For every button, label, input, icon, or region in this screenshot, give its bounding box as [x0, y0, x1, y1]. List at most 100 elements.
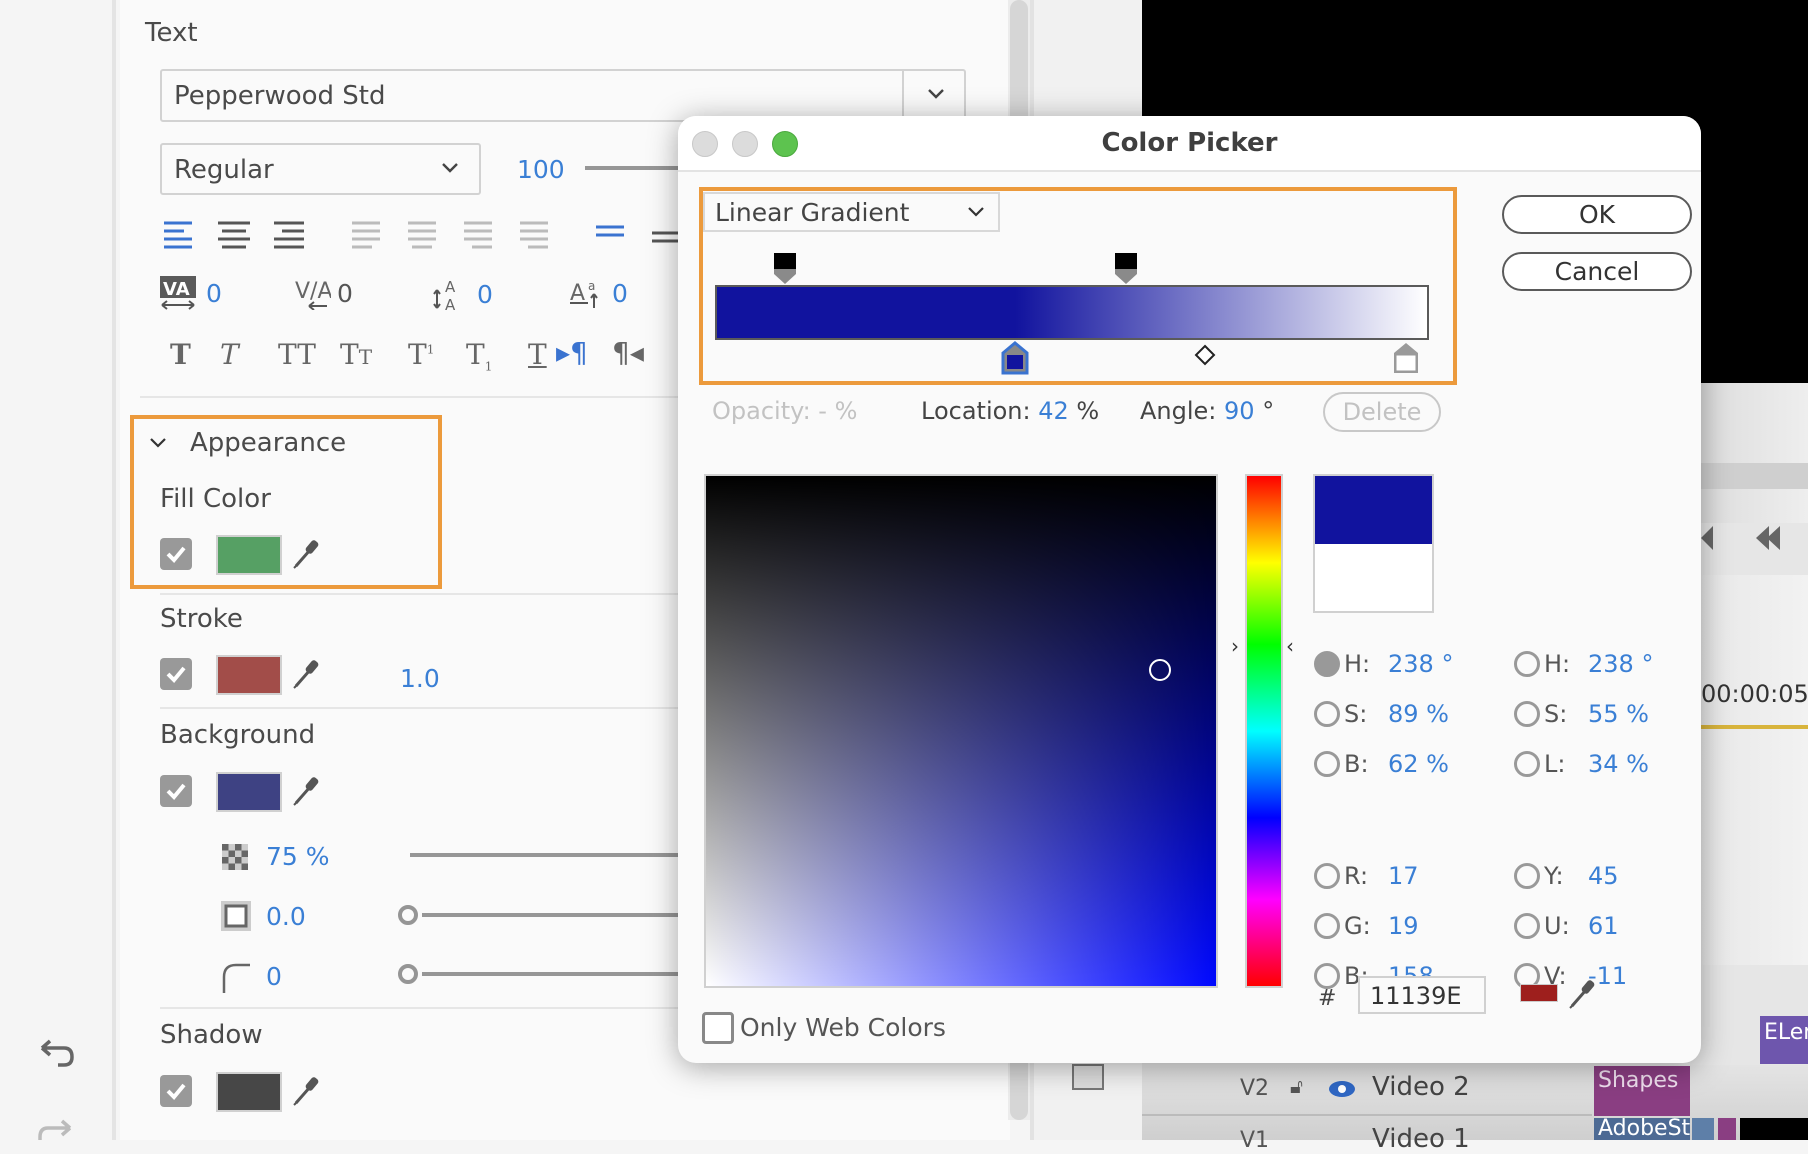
eyedropper-icon[interactable] — [290, 773, 322, 809]
hsl-hue-value[interactable]: 238 ° — [1588, 650, 1653, 678]
eyedropper-icon[interactable] — [290, 536, 322, 572]
fill-color-swatch[interactable] — [216, 535, 282, 575]
hsl-hue-radio[interactable] — [1514, 651, 1540, 677]
shadow-color-swatch[interactable] — [216, 1072, 282, 1112]
font-size-value[interactable]: 100 — [517, 155, 565, 184]
font-size-slider[interactable] — [585, 166, 680, 170]
location-value[interactable]: 42 — [1038, 397, 1069, 425]
hsl-saturation-value[interactable]: 55 % — [1588, 700, 1649, 728]
leading-control[interactable]: AA 0 — [433, 276, 493, 312]
all-caps-button[interactable]: TT — [278, 338, 340, 374]
lock-icon[interactable]: 🔓︎ — [1290, 1074, 1303, 1098]
eyedropper-icon[interactable] — [1566, 976, 1598, 1012]
tracking-control[interactable]: V/A 0 — [295, 276, 353, 310]
gradient-midpoint-handle[interactable] — [1194, 344, 1216, 366]
dialog-titlebar[interactable]: Color Picker — [678, 116, 1701, 172]
opacity-stop-handle[interactable] — [1114, 252, 1140, 286]
rgb-green-radio[interactable] — [1314, 913, 1340, 939]
hsb-hue-radio[interactable] — [1314, 651, 1340, 677]
rewind-icon[interactable] — [1756, 526, 1780, 550]
timeline-work-area[interactable] — [1701, 725, 1808, 729]
tool-button[interactable] — [1072, 1064, 1104, 1090]
size-slider[interactable] — [422, 913, 680, 917]
fill-checkbox[interactable] — [160, 538, 192, 570]
corner-radius-slider[interactable] — [422, 972, 680, 976]
justify-left-icon[interactable] — [352, 221, 380, 249]
small-caps-button[interactable]: TT — [340, 338, 408, 374]
hsl-lightness-value[interactable]: 34 % — [1588, 750, 1649, 778]
collapse-chevron-icon[interactable] — [149, 437, 167, 449]
delete-stop-button[interactable]: Delete — [1323, 392, 1441, 432]
hsl-lightness-radio[interactable] — [1514, 751, 1540, 777]
location-field[interactable]: Location: 42 % — [921, 397, 1099, 425]
rtl-direction-button[interactable]: ¶◂ — [612, 336, 644, 369]
only-web-colors-checkbox[interactable] — [702, 1012, 734, 1044]
angle-value[interactable]: 90 — [1224, 397, 1255, 425]
yuv-y-value[interactable]: 45 — [1588, 862, 1619, 890]
clip-elements[interactable]: ELer — [1760, 1016, 1808, 1064]
corner-slider-knob[interactable] — [398, 964, 418, 984]
align-right-icon[interactable] — [274, 221, 304, 249]
hex-input[interactable]: 11139E — [1358, 976, 1486, 1014]
timeline-timecode[interactable]: 00:00:05:0 — [1701, 680, 1808, 708]
clip-adobestock[interactable]: AdobeSt — [1594, 1118, 1690, 1140]
hue-slider[interactable] — [1245, 474, 1283, 988]
yuv-u-value[interactable]: 61 — [1588, 912, 1619, 940]
corner-radius-value[interactable]: 0 — [266, 962, 282, 991]
align-top-icon[interactable] — [596, 225, 624, 237]
stroke-checkbox[interactable] — [160, 658, 192, 690]
hsb-saturation-radio[interactable] — [1314, 701, 1340, 727]
align-center-icon[interactable] — [218, 221, 250, 249]
hue-slider-right-arrow[interactable]: ‹ — [1286, 634, 1294, 658]
color-stop-selected[interactable] — [1001, 341, 1029, 375]
ltr-direction-button[interactable]: ▸¶ — [556, 336, 588, 369]
eyedropper-icon[interactable] — [290, 656, 322, 692]
hsb-saturation-value[interactable]: 89 % — [1388, 700, 1449, 728]
hsl-saturation-radio[interactable] — [1514, 701, 1540, 727]
yuv-u-radio[interactable] — [1514, 913, 1540, 939]
background-size-value[interactable]: 0.0 — [266, 902, 306, 931]
step-back-icon[interactable] — [1701, 526, 1713, 550]
hsb-brightness-value[interactable]: 62 % — [1388, 750, 1449, 778]
opacity-field[interactable]: Opacity: - % — [712, 397, 857, 425]
justify-all-icon[interactable] — [520, 221, 548, 249]
font-style-dropdown[interactable]: Regular — [160, 143, 481, 195]
color-selection-marker[interactable] — [1148, 658, 1171, 681]
opacity-stop-handle[interactable] — [773, 252, 799, 286]
baseline-shift-control[interactable]: Aa 0 — [570, 276, 628, 310]
stroke-width-value[interactable]: 1.0 — [400, 664, 440, 693]
hsb-hue-value[interactable]: 238 ° — [1388, 650, 1453, 678]
color-stop-end[interactable] — [1392, 341, 1420, 375]
subscript-button[interactable]: T1 — [466, 338, 528, 374]
hue-slider-left-arrow[interactable]: › — [1231, 634, 1239, 658]
opacity-slider[interactable] — [410, 853, 680, 857]
saturation-brightness-field[interactable] — [704, 474, 1218, 988]
ok-button[interactable]: OK — [1502, 195, 1692, 234]
clip-shapes[interactable]: Shapes — [1594, 1066, 1690, 1116]
rgb-red-radio[interactable] — [1314, 863, 1340, 889]
background-color-swatch[interactable] — [216, 772, 282, 812]
eye-icon[interactable] — [1328, 1080, 1356, 1098]
rgb-green-value[interactable]: 19 — [1388, 912, 1419, 940]
align-left-icon[interactable] — [164, 221, 192, 249]
faux-bold-button[interactable]: T — [170, 338, 220, 374]
undo-icon[interactable] — [36, 1038, 76, 1070]
rgb-red-value[interactable]: 17 — [1388, 862, 1419, 890]
stroke-color-swatch[interactable] — [216, 655, 282, 695]
faux-italic-button[interactable]: T — [220, 338, 278, 374]
size-slider-knob[interactable] — [398, 905, 418, 925]
monitor-scrub-bar[interactable] — [1701, 463, 1808, 489]
superscript-button[interactable]: T1 — [408, 338, 466, 374]
angle-field[interactable]: Angle: 90 ° — [1140, 397, 1274, 425]
clip-segment[interactable] — [1718, 1118, 1736, 1140]
font-family-dropdown[interactable]: Pepperwood Std — [160, 69, 966, 122]
clip-segment[interactable] — [1740, 1118, 1808, 1140]
gradient-preview-bar[interactable] — [715, 285, 1429, 340]
hsb-brightness-radio[interactable] — [1314, 751, 1340, 777]
yuv-y-radio[interactable] — [1514, 863, 1540, 889]
old-color-swatch[interactable] — [1315, 543, 1432, 611]
shadow-checkbox[interactable] — [160, 1075, 192, 1107]
justify-center-icon[interactable] — [408, 221, 436, 249]
background-opacity-value[interactable]: 75 % — [266, 842, 330, 871]
gradient-type-dropdown[interactable]: Linear Gradient — [703, 192, 1000, 232]
